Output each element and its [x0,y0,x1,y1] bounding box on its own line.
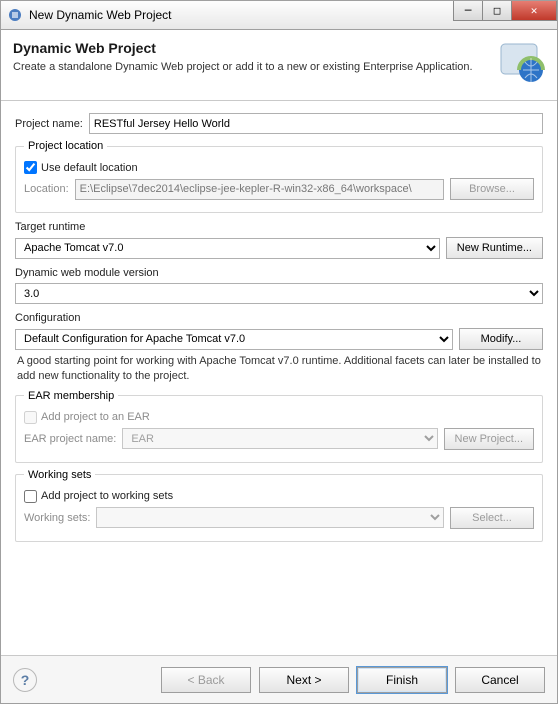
working-sets-select [96,507,444,528]
module-version-select[interactable]: 3.0 [15,283,543,304]
close-button[interactable] [511,1,557,21]
modify-button[interactable]: Modify... [459,328,543,350]
add-to-working-sets-checkbox[interactable] [24,490,37,503]
location-label: Location: [24,183,69,195]
browse-button: Browse... [450,178,534,200]
ear-membership-group: EAR membership Add project to an EAR EAR… [15,390,543,463]
cancel-button[interactable]: Cancel [455,667,545,693]
wizard-footer: ? < Back Next > Finish Cancel [1,655,557,703]
location-input [75,179,444,200]
ear-membership-legend: EAR membership [24,390,118,402]
configuration-label: Configuration [15,312,543,324]
select-button: Select... [450,507,534,529]
project-location-group: Project location Use default location Lo… [15,140,543,213]
configuration-help-text: A good starting point for working with A… [17,354,541,384]
working-sets-legend: Working sets [24,469,95,481]
project-name-input[interactable] [89,113,543,134]
finish-button[interactable]: Finish [357,667,447,693]
working-sets-label: Working sets: [24,512,90,524]
target-runtime-label: Target runtime [15,221,543,233]
ear-project-name-label: EAR project name: [24,433,116,445]
app-icon [7,7,23,23]
configuration-select[interactable]: Default Configuration for Apache Tomcat … [15,329,453,350]
next-button[interactable]: Next > [259,667,349,693]
new-project-button: New Project... [444,428,534,450]
use-default-location-label[interactable]: Use default location [41,162,138,174]
module-version-label: Dynamic web module version [15,267,543,279]
globe-icon [497,40,545,88]
back-button: < Back [161,667,251,693]
window-title: New Dynamic Web Project [29,8,454,22]
working-sets-group: Working sets Add project to working sets… [15,469,543,542]
use-default-location-checkbox[interactable] [24,161,37,174]
help-icon[interactable]: ? [13,668,37,692]
maximize-button[interactable] [482,1,512,21]
window-titlebar: New Dynamic Web Project [0,0,558,30]
project-name-label: Project name: [15,118,83,130]
wizard-banner: Dynamic Web Project Create a standalone … [1,30,557,101]
add-to-ear-checkbox[interactable] [24,411,37,424]
project-location-legend: Project location [24,140,107,152]
banner-subtext: Create a standalone Dynamic Web project … [13,60,489,75]
minimize-button[interactable] [453,1,483,21]
add-to-ear-label[interactable]: Add project to an EAR [41,411,150,423]
ear-project-name-select: EAR [122,428,437,449]
add-to-working-sets-label[interactable]: Add project to working sets [41,490,173,502]
banner-heading: Dynamic Web Project [13,40,489,56]
window-buttons [454,1,557,29]
new-runtime-button[interactable]: New Runtime... [446,237,543,259]
target-runtime-select[interactable]: Apache Tomcat v7.0 [15,238,440,259]
